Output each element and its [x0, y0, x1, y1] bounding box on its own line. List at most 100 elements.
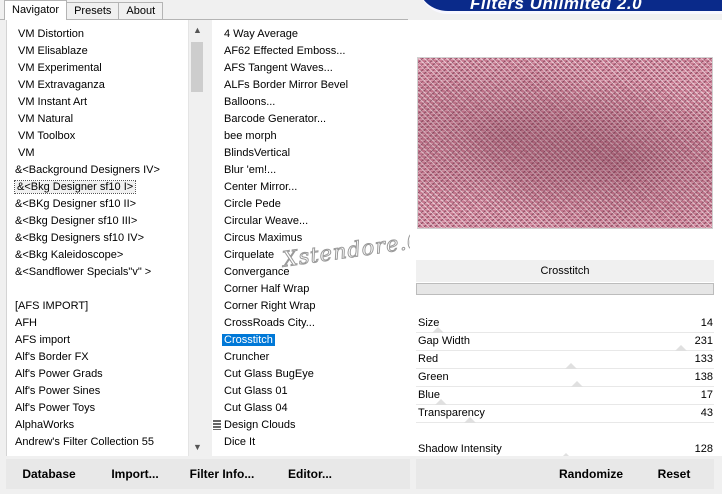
filter-item[interactable]: Dice It — [212, 434, 350, 451]
randomize-label: Randomize — [558, 467, 623, 481]
filter-item[interactable]: BlindsVertical — [212, 145, 350, 162]
database-button[interactable]: Database — [14, 459, 84, 489]
filter-item-label: Design Clouds — [224, 419, 296, 431]
filter-item[interactable]: ALFs Border Mirror Bevel — [212, 77, 350, 94]
category-item[interactable]: Alf's Power Sines — [7, 383, 160, 400]
category-item-label: VM Elisablaze — [18, 45, 88, 57]
category-item[interactable]: &<Sandflower Specials"v" > — [7, 264, 160, 281]
category-item-label: Alf's Power Sines — [15, 385, 101, 397]
category-item[interactable]: AFS import — [7, 332, 160, 349]
filter-item-label: bee morph — [224, 130, 277, 142]
category-item[interactable]: VM Toolbox — [7, 128, 160, 145]
category-item[interactable]: &<Background Designers IV> — [7, 162, 160, 179]
category-item-label: &<Sandflower Specials"v" > — [15, 266, 152, 278]
param-slider[interactable]: Gap Width 231 — [416, 333, 714, 351]
filter-list[interactable]: 4 Way Average AF62 Effected Emboss... AFS … — [212, 20, 410, 456]
category-item-label: &<BKg Designer sf10 II> — [15, 198, 137, 210]
param-value: 133 — [694, 353, 713, 365]
category-item[interactable]: Alf's Border FX — [7, 349, 160, 366]
filter-item[interactable]: bee morph — [212, 128, 350, 145]
filter-item[interactable]: Blur 'em!... — [212, 162, 350, 179]
param-slider[interactable]: Transparency 43 — [416, 405, 714, 423]
filter-item[interactable]: Cut Glass 01 — [212, 383, 350, 400]
scroll-thumb[interactable] — [191, 42, 203, 92]
category-item-label: &<Bkg Designer sf10 III> — [15, 215, 138, 227]
category-item[interactable]: [AFS IMPORT] — [7, 298, 160, 315]
category-scrollbar[interactable]: ▲ ▼ — [188, 20, 205, 456]
category-item-label: VM Toolbox — [18, 130, 76, 142]
filter-item[interactable]: Barcode Generator... — [212, 111, 350, 128]
category-list-items: VM Distortion VM Elisablaze VM Experimenta… — [7, 26, 160, 451]
filter-item-label: BlindsVertical — [224, 147, 291, 159]
category-item-label: Andrew's Filter Collection 55 — [15, 436, 155, 448]
filter-item[interactable]: Circle Pede — [212, 196, 350, 213]
category-item[interactable]: VM Extravaganza — [7, 77, 160, 94]
category-item[interactable]: AlphaWorks — [7, 417, 160, 434]
filter-item-label: Convergance — [224, 266, 290, 278]
filter-item-label: Cirquelate — [224, 249, 275, 261]
filter-item[interactable]: Cirquelate — [212, 247, 350, 264]
filter-item-label: Cut Glass 04 — [224, 402, 288, 414]
category-item[interactable]: Andrew's Filter Collection 55 — [7, 434, 160, 451]
filter-info-button[interactable]: Filter Info... — [186, 459, 258, 489]
category-item[interactable]: &<Bkg Designer sf10 III> — [7, 213, 160, 230]
category-item[interactable]: VM Natural — [7, 111, 160, 128]
randomize-button[interactable]: Randomize — [552, 459, 630, 489]
filter-item[interactable]: Cut Glass 04 — [212, 400, 350, 417]
param-slider[interactable]: Size 14 — [416, 315, 714, 333]
category-item[interactable]: &<Bkg Designer sf10 I> — [7, 179, 160, 196]
category-item[interactable]: VM Distortion — [7, 26, 160, 43]
param-value: 138 — [694, 371, 713, 383]
scroll-up-icon[interactable]: ▲ — [189, 22, 206, 39]
filter-item[interactable]: Corner Half Wrap — [212, 281, 350, 298]
category-item[interactable]: &<Bkg Designers sf10 IV> — [7, 230, 160, 247]
filter-item[interactable]: Design Clouds — [212, 417, 350, 434]
category-item[interactable]: AFH — [7, 315, 160, 332]
editor-button[interactable]: Editor... — [282, 459, 338, 489]
import-button[interactable]: Import... — [104, 459, 166, 489]
category-item-label: Alf's Power Toys — [15, 402, 96, 414]
category-list[interactable]: VM Distortion VM Elisablaze VM Experimenta… — [6, 20, 205, 456]
filter-item[interactable]: Balloons... — [212, 94, 350, 111]
category-item-label: [AFS IMPORT] — [15, 300, 89, 312]
category-item[interactable]: &<Bkg Kaleidoscope> — [7, 247, 160, 264]
scroll-down-icon[interactable]: ▼ — [189, 439, 206, 456]
filter-item[interactable]: Center Mirror... — [212, 179, 350, 196]
selected-filter-name: Crosstitch — [416, 260, 714, 282]
tab-navigator[interactable]: Navigator — [4, 0, 68, 20]
category-item[interactable]: &<BKg Designer sf10 II> — [7, 196, 160, 213]
filter-item[interactable]: Cruncher — [212, 349, 350, 366]
param-value: 14 — [700, 317, 713, 329]
param-slider[interactable]: Red 133 — [416, 351, 714, 369]
param-name: Gap Width — [418, 335, 470, 347]
filter-item[interactable]: CrossRoads City... — [212, 315, 350, 332]
filter-item[interactable]: Crosstitch — [212, 332, 350, 349]
filter-item-label: Barcode Generator... — [224, 113, 327, 125]
category-item-label: &<Bkg Designer sf10 I> — [13, 180, 137, 194]
filter-item-label: AF62 Effected Emboss... — [224, 45, 346, 57]
category-item[interactable]: Alf's Power Toys — [7, 400, 160, 417]
category-item-label: AFH — [15, 317, 37, 329]
category-item[interactable]: VM — [7, 145, 160, 162]
reset-button[interactable]: Reset — [648, 459, 700, 489]
filter-item[interactable]: 4 Way Average — [212, 26, 350, 43]
filter-item[interactable]: Convergance — [212, 264, 350, 281]
filter-item[interactable]: Corner Right Wrap — [212, 298, 350, 315]
param-slider[interactable]: Blue 17 — [416, 387, 714, 405]
category-item[interactable]: VM Elisablaze — [7, 43, 160, 60]
category-item[interactable]: VM Instant Art — [7, 94, 160, 111]
param-slider[interactable]: Green 138 — [416, 369, 714, 387]
param-value: 17 — [700, 389, 713, 401]
category-item[interactable]: Alf's Power Grads — [7, 366, 160, 383]
category-item-label: VM Distortion — [18, 28, 85, 40]
filter-item[interactable]: Cut Glass BugEye — [212, 366, 350, 383]
category-item[interactable]: VM Experimental — [7, 60, 160, 77]
filter-item[interactable]: AFS Tangent Waves... — [212, 60, 350, 77]
param-name: Blue — [418, 389, 441, 401]
tab-presets[interactable]: Presets — [66, 2, 120, 20]
filter-item[interactable]: Circus Maximus — [212, 230, 350, 247]
filter-item[interactable]: AF62 Effected Emboss... — [212, 43, 350, 60]
category-item-label: AlphaWorks — [15, 419, 75, 431]
tab-about[interactable]: About — [118, 2, 164, 20]
filter-item[interactable]: Circular Weave... — [212, 213, 350, 230]
